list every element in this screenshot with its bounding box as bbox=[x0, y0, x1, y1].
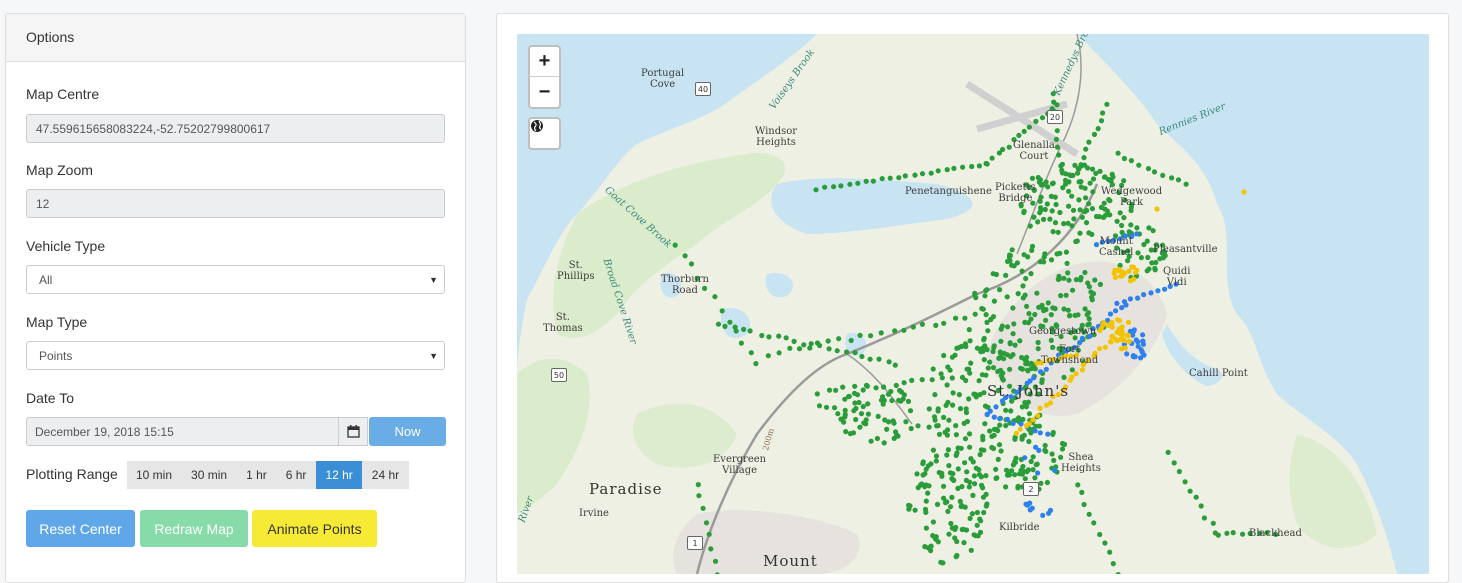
place-label-blackhead: Blackhead bbox=[1249, 528, 1302, 539]
place-label-kilbride: Kilbride bbox=[999, 522, 1040, 533]
plotting-range-label: Plotting Range bbox=[26, 466, 118, 482]
calendar-button[interactable] bbox=[339, 417, 368, 446]
map-zoom-label: Map Zoom bbox=[26, 162, 93, 178]
route-shield-40: 40 bbox=[695, 82, 711, 96]
place-label-st-thomas: St. Thomas bbox=[543, 312, 583, 334]
vehicle-type-label: Vehicle Type bbox=[26, 238, 106, 254]
place-label-georgestown: Georgestown bbox=[1029, 326, 1097, 337]
map-type-label: Map Type bbox=[26, 314, 88, 330]
zoom-control: + − bbox=[528, 45, 561, 109]
place-label-mount: Mount bbox=[763, 552, 818, 570]
place-label-evergreen-village: Evergreen Village bbox=[713, 454, 767, 476]
range-6hr-button[interactable]: 6 hr bbox=[276, 461, 317, 489]
place-label-wedgewood-park: Wedgewood Park bbox=[1101, 186, 1163, 208]
chevron-down-icon: ▼ bbox=[429, 275, 438, 285]
place-label-portugal-cove: Portugal Cove bbox=[641, 68, 685, 90]
redraw-map-button[interactable]: Redraw Map bbox=[140, 510, 248, 547]
calendar-icon bbox=[346, 425, 360, 438]
now-button[interactable]: Now bbox=[369, 417, 446, 446]
route-shield-50: 50 bbox=[551, 368, 567, 382]
vehicle-type-select[interactable]: All ▼ bbox=[26, 265, 445, 294]
map-panel: + − Portugal Cove Windsor Heights Glenalla… bbox=[496, 13, 1449, 583]
date-to-label: Date To bbox=[26, 390, 74, 406]
place-label-windsor-heights: Windsor Heights bbox=[755, 126, 798, 148]
range-1hr-button[interactable]: 1 hr bbox=[237, 461, 277, 489]
place-label-penetanguishene: Penetanguishene bbox=[905, 186, 992, 197]
vehicle-type-value: All bbox=[39, 273, 53, 287]
place-label-quidi-vidi: Quidi Vidi bbox=[1163, 266, 1191, 288]
map-centre-field[interactable]: 47.559615658083224,-52.75202799800617 bbox=[26, 114, 445, 143]
plotting-range-group: 10 min 30 min 1 hr 6 hr 12 hr 24 hr bbox=[127, 461, 410, 489]
place-label-thorburn-road: Thorburn Road bbox=[661, 274, 709, 296]
route-shield-20: 20 bbox=[1047, 110, 1063, 124]
reset-center-button[interactable]: Reset Center bbox=[26, 510, 135, 547]
globe-icon bbox=[531, 120, 543, 132]
place-label-mount-cashel: Mount Cashel bbox=[1099, 236, 1134, 258]
map-centre-label: Map Centre bbox=[26, 86, 100, 102]
route-shield-1: 1 bbox=[687, 536, 703, 550]
route-shield-2: 2 bbox=[1023, 482, 1039, 496]
options-panel: Options Map Centre 47.559615658083224,-5… bbox=[5, 13, 466, 583]
place-label-irvine: Irvine bbox=[579, 508, 609, 519]
map-canvas[interactable]: + − Portugal Cove Windsor Heights Glenalla… bbox=[517, 34, 1429, 574]
place-label-st-johns: St. John's bbox=[987, 382, 1070, 400]
place-label-pleasantville: Pleasantville bbox=[1153, 244, 1218, 255]
place-label-picketts-bridge: Picketts Bridge bbox=[995, 182, 1036, 204]
zoom-in-button[interactable]: + bbox=[530, 47, 559, 77]
map-zoom-field[interactable]: 12 bbox=[26, 189, 445, 218]
range-24hr-button[interactable]: 24 hr bbox=[362, 461, 410, 489]
place-label-fort-townshend: Fort Townshend bbox=[1041, 344, 1099, 366]
range-10min-button[interactable]: 10 min bbox=[127, 461, 183, 489]
place-label-paradise: Paradise bbox=[589, 480, 663, 498]
place-label-glenalla-court: Glenalla Court bbox=[1013, 140, 1055, 162]
map-type-select[interactable]: Points ▼ bbox=[26, 341, 445, 370]
place-label-shea-heights: Shea Heights bbox=[1061, 452, 1101, 474]
range-30min-button[interactable]: 30 min bbox=[182, 461, 238, 489]
place-label-cahill-point: Cahill Point bbox=[1189, 368, 1248, 379]
globe-button[interactable] bbox=[528, 117, 561, 150]
date-to-field[interactable]: December 19, 2018 15:15 bbox=[26, 417, 339, 446]
animate-points-button[interactable]: Animate Points bbox=[252, 510, 377, 547]
chevron-down-icon: ▼ bbox=[429, 351, 438, 361]
map-type-value: Points bbox=[39, 349, 73, 363]
zoom-out-button[interactable]: − bbox=[530, 77, 559, 107]
options-title: Options bbox=[6, 14, 465, 62]
range-12hr-button[interactable]: 12 hr bbox=[316, 461, 363, 489]
place-label-st-phillips: St. Phillips bbox=[557, 260, 595, 282]
